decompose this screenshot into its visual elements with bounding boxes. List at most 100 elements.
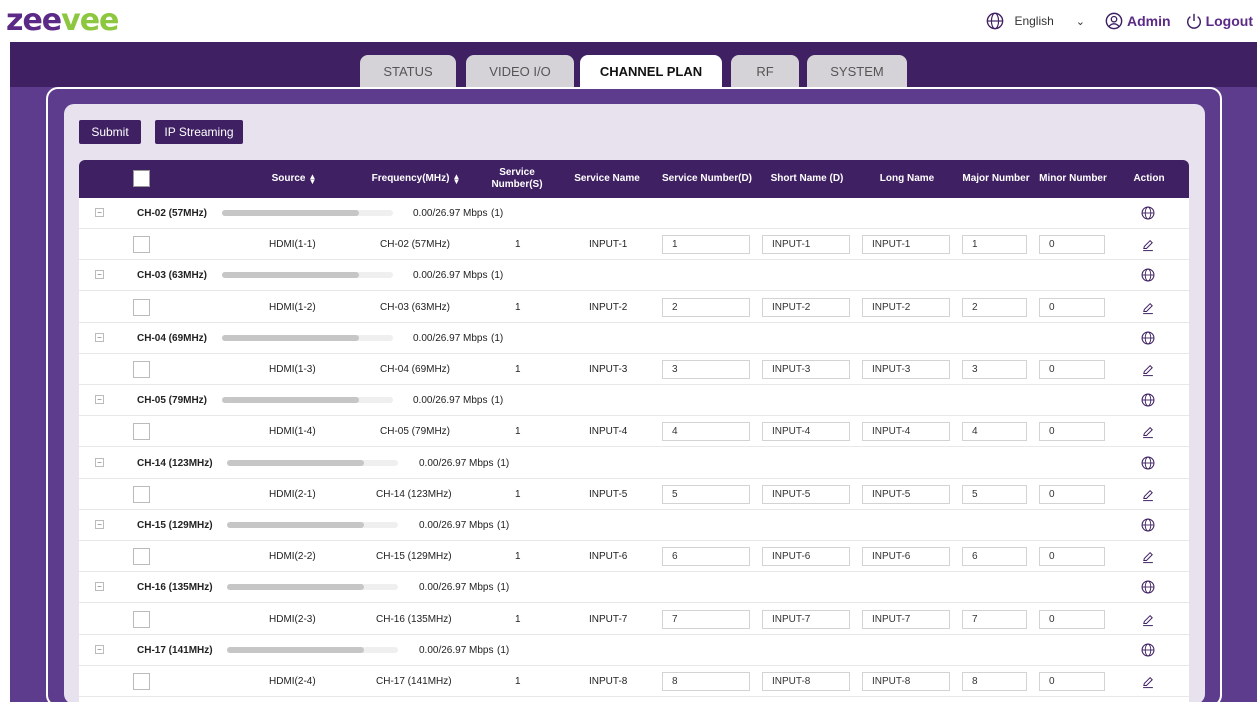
- major-number-input[interactable]: 4: [962, 422, 1027, 442]
- row-checkbox[interactable]: [133, 423, 150, 441]
- short-name-input[interactable]: INPUT-5: [762, 484, 850, 504]
- collapse-icon[interactable]: −: [95, 457, 104, 467]
- collapse-icon[interactable]: −: [95, 520, 104, 529]
- tab-channel-plan[interactable]: CHANNEL PLAN: [580, 55, 722, 87]
- collapse-icon[interactable]: −: [95, 332, 104, 342]
- power-icon[interactable]: [1185, 12, 1203, 30]
- collapse-icon[interactable]: −: [95, 582, 104, 592]
- globe-icon[interactable]: [1141, 206, 1155, 220]
- pencil-icon[interactable]: [1141, 301, 1155, 315]
- collapse-icon[interactable]: −: [95, 644, 104, 654]
- tab-status[interactable]: STATUS: [360, 55, 456, 87]
- long-name-input[interactable]: INPUT-1: [862, 235, 950, 255]
- minor-number-input[interactable]: 0: [1039, 235, 1105, 255]
- row-checkbox[interactable]: [133, 298, 150, 316]
- collapse-icon[interactable]: −: [95, 208, 104, 217]
- service-number-d-input[interactable]: 4: [662, 422, 750, 442]
- submit-button[interactable]: Submit: [79, 120, 141, 144]
- row-checkbox[interactable]: [133, 673, 150, 690]
- pencil-icon[interactable]: [1141, 488, 1155, 502]
- globe-icon[interactable]: [1141, 268, 1155, 282]
- minor-number-input[interactable]: 0: [1039, 672, 1105, 691]
- short-name-input[interactable]: INPUT-6: [762, 547, 850, 567]
- major-number-input[interactable]: 7: [962, 609, 1027, 629]
- top-right-controls: English ⌄ Admin Logout: [986, 0, 1257, 42]
- service-number-d-input[interactable]: 5: [662, 484, 750, 504]
- collapse-icon[interactable]: −: [95, 270, 104, 280]
- tab-bar: STATUS VIDEO I/O CHANNEL PLAN RF SYSTEM: [10, 42, 1257, 87]
- frequency-cell: CH-04 (69MHz): [380, 364, 451, 375]
- major-number-input[interactable]: 1: [962, 235, 1027, 255]
- header-source[interactable]: Source ▲ ▼: [249, 160, 339, 198]
- globe-icon[interactable]: [1141, 643, 1155, 657]
- select-all-checkbox[interactable]: [133, 170, 150, 187]
- long-name-input[interactable]: INPUT-5: [862, 484, 950, 504]
- pencil-icon[interactable]: [1141, 238, 1155, 252]
- service-number-s-cell: 1: [515, 239, 521, 251]
- service-number-d-input[interactable]: 7: [662, 609, 750, 629]
- minor-number-input[interactable]: 0: [1039, 360, 1105, 379]
- service-number-d-input[interactable]: 8: [662, 672, 750, 691]
- header-frequency[interactable]: Frequency(MHz) ▲ ▼: [361, 160, 471, 198]
- pencil-icon[interactable]: [1141, 425, 1155, 439]
- user-circle-icon[interactable]: [1105, 12, 1123, 30]
- globe-icon[interactable]: [986, 12, 1004, 30]
- major-number-input[interactable]: 8: [962, 672, 1027, 691]
- short-name-input[interactable]: INPUT-4: [762, 422, 850, 442]
- long-name-input[interactable]: INPUT-4: [862, 422, 950, 442]
- major-number-input[interactable]: 3: [962, 360, 1027, 379]
- row-checkbox[interactable]: [133, 236, 150, 254]
- frequency-cell: CH-16 (135MHz): [376, 613, 452, 625]
- short-name-input[interactable]: INPUT-3: [762, 360, 850, 379]
- major-number-input[interactable]: 2: [962, 297, 1027, 317]
- long-name-input[interactable]: INPUT-8: [862, 672, 950, 691]
- long-name-input[interactable]: INPUT-7: [862, 609, 950, 629]
- major-number-input[interactable]: 6: [962, 547, 1027, 567]
- service-name-cell: INPUT-3: [589, 364, 628, 375]
- short-name-input[interactable]: INPUT-2: [762, 297, 850, 317]
- globe-icon[interactable]: [1141, 456, 1155, 470]
- minor-number-input[interactable]: 0: [1039, 297, 1105, 317]
- tab-system[interactable]: SYSTEM: [807, 55, 907, 87]
- service-number-d-input[interactable]: 1: [662, 235, 750, 255]
- long-name-input[interactable]: INPUT-6: [862, 547, 950, 567]
- tab-video-io[interactable]: VIDEO I/O: [466, 55, 574, 87]
- header-long-name: Long Name: [879, 173, 935, 184]
- service-number-d-input[interactable]: 6: [662, 547, 750, 567]
- globe-icon[interactable]: [1141, 518, 1155, 532]
- tab-rf[interactable]: RF: [731, 55, 799, 87]
- major-number-input[interactable]: 5: [962, 484, 1027, 504]
- admin-link[interactable]: Admin: [1127, 13, 1171, 29]
- frequency-cell: CH-02 (57MHz): [380, 239, 451, 251]
- long-name-input[interactable]: INPUT-2: [862, 297, 950, 317]
- collapse-icon[interactable]: −: [95, 395, 104, 405]
- globe-icon[interactable]: [1141, 580, 1155, 594]
- globe-icon[interactable]: [1141, 393, 1155, 407]
- long-name-input[interactable]: INPUT-3: [862, 360, 950, 379]
- minor-number-input[interactable]: 0: [1039, 484, 1105, 504]
- pencil-icon[interactable]: [1141, 675, 1155, 689]
- service-number-d-input[interactable]: 3: [662, 360, 750, 379]
- short-name-input[interactable]: INPUT-1: [762, 235, 850, 255]
- bandwidth-bar: [227, 646, 398, 653]
- sort-icon[interactable]: ▲ ▼: [452, 173, 460, 186]
- minor-number-input[interactable]: 0: [1039, 422, 1105, 442]
- sort-icon[interactable]: ▲ ▼: [308, 173, 316, 186]
- globe-icon[interactable]: [1141, 331, 1155, 345]
- pencil-icon[interactable]: [1141, 363, 1155, 377]
- minor-number-input[interactable]: 0: [1039, 609, 1105, 629]
- logout-link[interactable]: Logout: [1206, 13, 1253, 29]
- ip-streaming-button[interactable]: IP Streaming: [155, 120, 243, 144]
- row-checkbox[interactable]: [133, 610, 150, 628]
- language-select[interactable]: English: [1014, 14, 1053, 28]
- row-checkbox[interactable]: [133, 361, 150, 378]
- row-checkbox[interactable]: [133, 548, 150, 566]
- chevron-down-icon[interactable]: ⌄: [1076, 15, 1085, 28]
- pencil-icon[interactable]: [1141, 550, 1155, 564]
- short-name-input[interactable]: INPUT-7: [762, 609, 850, 629]
- pencil-icon[interactable]: [1141, 613, 1155, 627]
- row-checkbox[interactable]: [133, 485, 150, 503]
- short-name-input[interactable]: INPUT-8: [762, 672, 850, 691]
- service-number-d-input[interactable]: 2: [662, 297, 750, 317]
- minor-number-input[interactable]: 0: [1039, 547, 1105, 567]
